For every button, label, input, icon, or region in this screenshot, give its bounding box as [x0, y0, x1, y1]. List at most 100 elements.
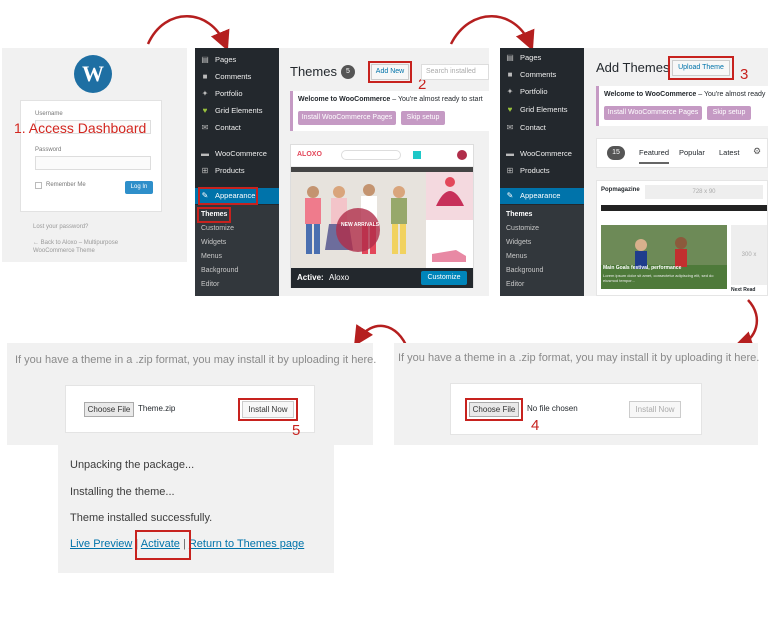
sidebar-item-products[interactable]: ⊞ Products [500, 163, 584, 179]
submenu-menus[interactable]: Menus [195, 250, 279, 264]
install-woocommerce-pages-button[interactable]: Install WooCommerce Pages [298, 111, 396, 125]
upload-form: Choose File Theme.zip Install Now [65, 385, 315, 433]
notice-title: Welcome to WooCommerce [604, 91, 697, 98]
upload-panel-step5: If you have a theme in a .zip format, yo… [7, 343, 377, 445]
theme-hero-image: NEW ARRIVALS [291, 172, 426, 268]
admin-sidebar: ▤ Pages ■ Comments ✦ Portfolio ♥ Grid Elemen… [195, 48, 279, 296]
remember-label: Remember Me [46, 182, 86, 188]
lost-password-link[interactable]: Lost your password? [33, 224, 88, 230]
live-preview-link[interactable]: Live Preview [70, 538, 132, 550]
sidebar-item-label: WooCommerce [520, 149, 572, 158]
sidebar-item-products[interactable]: ⊞ Products [195, 163, 279, 179]
submenu-widgets[interactable]: Widgets [500, 236, 584, 250]
arrow-3-to-4 [732, 299, 759, 351]
remember-checkbox[interactable] [35, 182, 42, 189]
sidebar-item-label: Grid Elements [520, 105, 568, 114]
back-to-site-link[interactable]: ← Back to Aloxo – Multipurpose WooCommer… [33, 239, 133, 255]
tab-popular[interactable]: Popular [679, 148, 705, 157]
upload-form: Choose File No file chosen Install Now [450, 383, 702, 435]
popmagazine-logo: Popmagazine [601, 187, 640, 193]
active-theme-bar: Active: Aloxo Customize [291, 268, 473, 288]
sidebar-item-portfolio[interactable]: ✦ Portfolio [195, 86, 279, 102]
submenu-editor[interactable]: Editor [500, 278, 584, 292]
theme-count-badge: 5 [341, 65, 355, 79]
sidebar-item-portfolio[interactable]: ✦ Portfolio [500, 84, 584, 100]
choose-file-highlight [465, 398, 523, 421]
gear-icon[interactable]: ⚙ [753, 146, 761, 157]
sidebar-item-pages[interactable]: ▤ Pages [195, 52, 279, 68]
notice-text: – You're almost ready [696, 91, 766, 98]
login-button[interactable]: Log In [125, 181, 153, 194]
grid-icon: ♥ [507, 105, 513, 114]
sidebar-item-label: Pages [520, 53, 542, 62]
woocommerce-icon: ▬ [506, 149, 514, 158]
install-woocommerce-pages-button[interactable]: Install WooCommerce Pages [604, 106, 702, 120]
selected-file-name: No file chosen [527, 404, 578, 413]
cart-icon [457, 150, 467, 160]
news-excerpt: Lorem ipsum dolor sit amet, consectetur … [603, 273, 714, 283]
status-installing: Installing the theme... [70, 486, 175, 498]
active-theme-card[interactable]: ALOXO NEW ARRIVALS Active: Aloxo Customi… [290, 144, 474, 288]
mail-icon: ✉ [506, 123, 514, 132]
status-success: Theme installed successfully. [70, 512, 213, 524]
submenu-customize[interactable]: Customize [500, 222, 584, 236]
submenu-themes[interactable]: Themes [500, 208, 584, 222]
skip-setup-button[interactable]: Skip setup [707, 106, 751, 120]
sidebar-item-label: Pages [215, 55, 237, 64]
hat-product-image [426, 172, 473, 220]
choose-file-button[interactable]: Choose File [84, 402, 134, 417]
submenu-menus[interactable]: Menus [500, 250, 584, 264]
woocommerce-notice: Welcome to WooCommerce – You're almost r… [596, 86, 768, 126]
status-unpacking: Unpacking the package... [70, 459, 195, 471]
sidebar-item-comments[interactable]: ■ Comments [195, 69, 279, 85]
sidebar-item-label: Appearance [520, 191, 561, 200]
upload-instructions: If you have a theme in a .zip format, yo… [15, 354, 377, 366]
tab-featured[interactable]: Featured [639, 148, 670, 164]
add-themes-admin-panel: ▤ Pages ■ Comments ✦ Portfolio ♥ Grid Elemen… [500, 48, 768, 296]
popmagazine-theme-card[interactable]: Popmagazine 728 x 90 Main Goals festival… [596, 180, 768, 296]
sidebar-item-woocommerce[interactable]: ▬ WooCommerce [500, 146, 584, 162]
woocommerce-icon: ▬ [201, 149, 209, 158]
pin-icon: ✦ [201, 89, 209, 98]
sidebar-item-contact[interactable]: ✉ Contact [195, 120, 279, 136]
comments-icon: ■ [202, 72, 208, 81]
submenu-background[interactable]: Background [195, 264, 279, 278]
submenu-background[interactable]: Background [500, 264, 584, 278]
upload-panel-step4: If you have a theme in a .zip format, yo… [394, 343, 759, 445]
sidebar-item-pages[interactable]: ▤ Pages [500, 50, 584, 66]
install-now-button[interactable]: Install Now [629, 401, 681, 418]
sidebar-item-label: Products [520, 166, 550, 175]
search-input[interactable]: Search installed [421, 64, 489, 80]
sidebar-item-grid-elements[interactable]: ♥ Grid Elements [500, 102, 584, 118]
submenu-editor[interactable]: Editor [195, 278, 279, 292]
active-label: Active: [297, 273, 324, 282]
customize-button[interactable]: Customize [421, 271, 467, 285]
sidebar-item-appearance[interactable]: ✎ Appearance [500, 188, 584, 204]
sidebar-item-label: Comments [520, 70, 557, 79]
screenshot-search-bar [341, 150, 401, 160]
cart-icon: ⊞ [506, 166, 514, 175]
notice-title: Welcome to WooCommerce [298, 96, 391, 103]
step-3-number: 3 [740, 66, 749, 83]
active-theme-name: Aloxo [329, 273, 350, 282]
password-label: Password [35, 147, 62, 153]
screenshot-search-button [413, 151, 421, 159]
sidebar-item-comments[interactable]: ■ Comments [500, 67, 584, 83]
sidebar-item-woocommerce[interactable]: ▬ WooCommerce [195, 146, 279, 162]
ad-banner: 728 x 90 [645, 185, 763, 199]
sidebar-item-label: WooCommerce [215, 149, 267, 158]
themes-highlight [197, 207, 231, 223]
submenu-customize[interactable]: Customize [195, 222, 279, 236]
selected-file-name: Theme.zip [138, 404, 176, 413]
sidebar-item-grid-elements[interactable]: ♥ Grid Elements [195, 103, 279, 119]
theme-filter-bar: 15 Featured Popular Latest ⚙ [596, 138, 768, 168]
password-input[interactable] [35, 156, 151, 170]
sidebar-item-contact[interactable]: ✉ Contact [500, 120, 584, 136]
return-to-themes-link[interactable]: Return to Themes page [189, 538, 304, 550]
sidebar-item-label: Contact [215, 123, 241, 132]
tab-latest[interactable]: Latest [719, 148, 739, 157]
submenu-widgets[interactable]: Widgets [195, 236, 279, 250]
arrow-2-to-3 [449, 15, 535, 51]
skip-setup-button[interactable]: Skip setup [401, 111, 445, 125]
install-now-highlight [238, 398, 298, 421]
